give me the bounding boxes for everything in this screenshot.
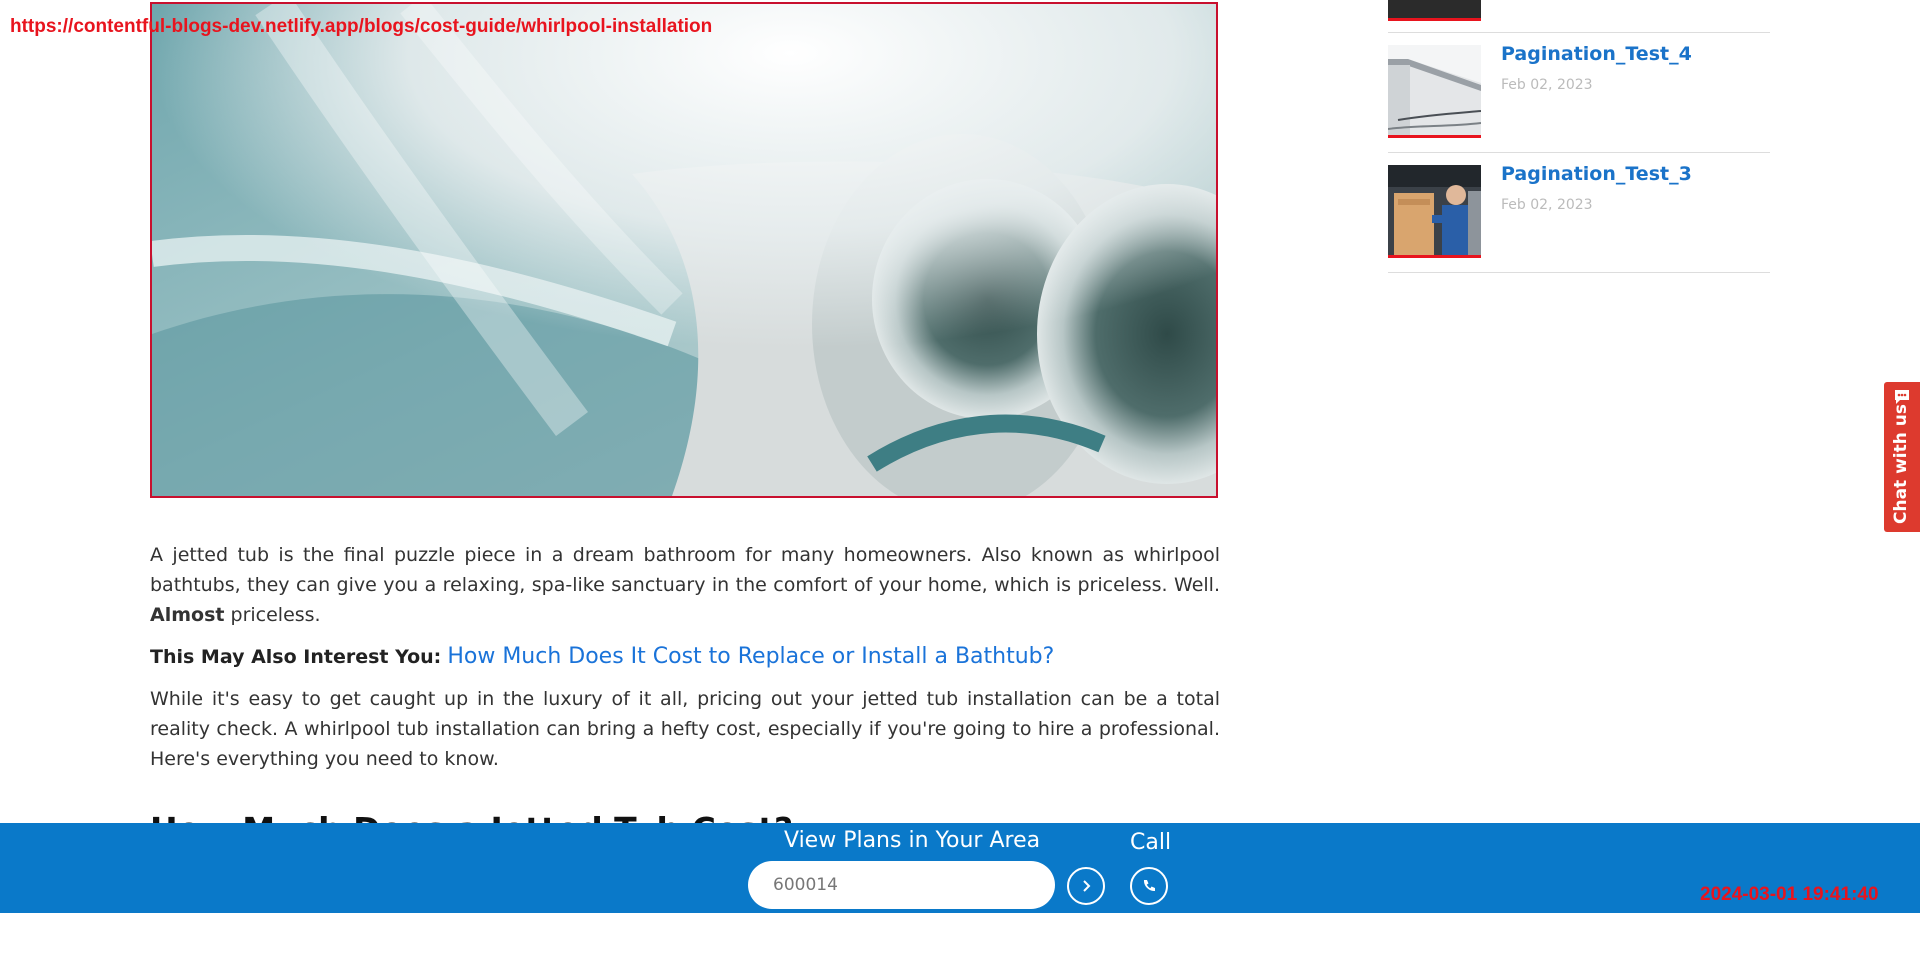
post-title[interactable]: Pagination_Test_4 [1501,43,1692,65]
house-roof-photo-icon [1388,45,1481,135]
recent-posts-sidebar: Pagination_Test_4 Feb 02, 2023 Paginatio… [1388,0,1770,273]
post-title[interactable]: Pagination_Test_3 [1501,163,1692,185]
post-date: Feb 02, 2023 [1501,197,1593,213]
related-article-link[interactable]: How Much Does It Cost to Replace or Inst… [447,644,1054,669]
intro-text: A jetted tub is the final puzzle piece i… [150,544,1220,596]
phone-icon [1143,880,1155,892]
jetted-tub-photo-icon [152,4,1216,496]
intro-bold: Almost [150,604,225,626]
technician-photo-icon [1388,165,1481,255]
chat-with-us-tab[interactable]: Chat with us [1884,382,1920,532]
sidebar-item[interactable]: Pagination_Test_3 Feb 02, 2023 [1388,153,1770,273]
zip-code-input[interactable] [748,861,1055,909]
sidebar-item-partial[interactable] [1388,0,1770,33]
url-overlay: https://contentful-blogs-dev.netlify.app… [10,16,713,37]
post-date: Feb 02, 2023 [1501,77,1593,93]
post-thumbnail[interactable] [1388,165,1481,258]
call-button[interactable] [1130,867,1168,905]
related-lead: This May Also Interest You: [150,646,442,668]
call-label: Call [1130,830,1172,855]
chevron-right-icon [1083,880,1091,892]
chat-label: Chat with us [1891,404,1911,524]
timestamp-overlay: 2024-03-01 19:41:40 [1700,884,1879,905]
plans-bar: View Plans in Your Area Call [0,823,1920,913]
post-thumbnail[interactable] [1388,45,1481,138]
article-body: A jetted tub is the final puzzle piece i… [150,540,1220,850]
post-thumbnail[interactable] [1388,0,1481,21]
intro-paragraph: A jetted tub is the final puzzle piece i… [150,540,1220,630]
body-paragraph: While it's easy to get caught up in the … [150,688,1220,770]
intro-end: priceless. [224,604,321,626]
view-plans-label: View Plans in Your Area [784,828,1041,853]
related-article: This May Also Interest You: How Much Doe… [150,642,1220,672]
hero-image [150,2,1218,498]
view-plans-button[interactable] [1067,867,1105,905]
sidebar-item[interactable]: Pagination_Test_4 Feb 02, 2023 [1388,33,1770,153]
